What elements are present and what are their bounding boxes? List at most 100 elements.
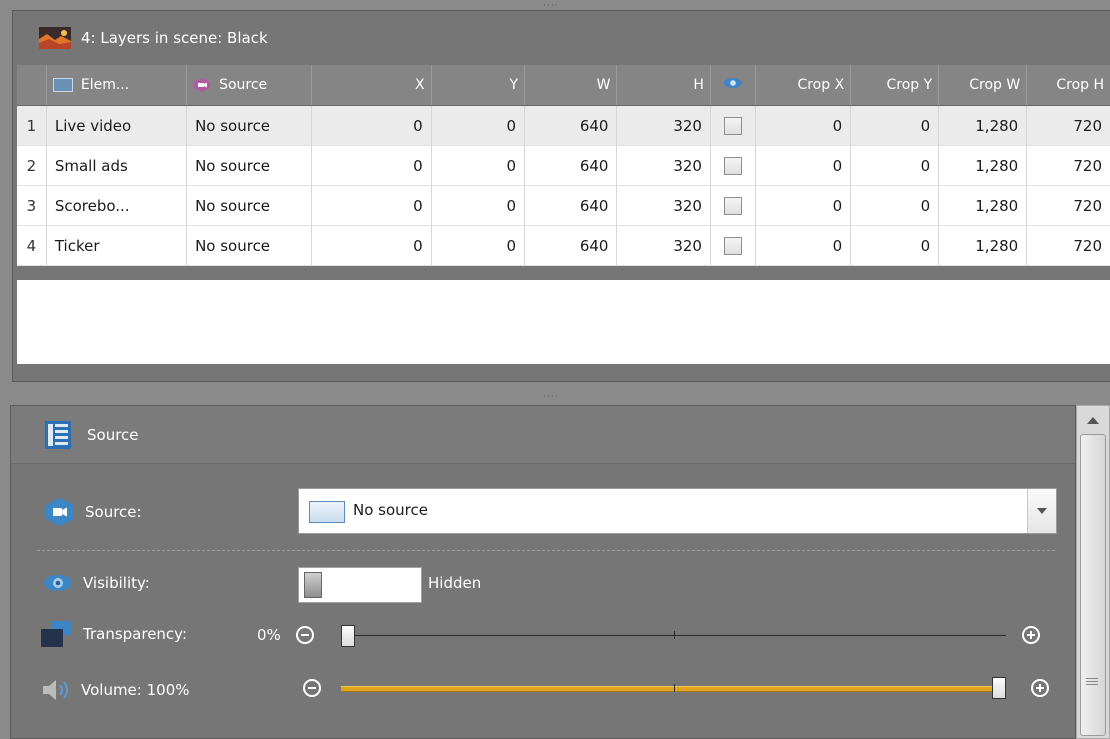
row-number: 3 (17, 185, 47, 226)
splitter-grip-middle[interactable]: ···· (543, 393, 558, 402)
visibility-toggle[interactable] (298, 567, 422, 603)
vertical-scrollbar[interactable] (1076, 405, 1110, 739)
cell-crop-x[interactable]: 0 (755, 145, 852, 186)
splitter-grip-top[interactable]: ···· (543, 2, 558, 11)
col-header-h[interactable]: H (616, 65, 711, 106)
slider-thumb[interactable] (341, 625, 355, 647)
cell-element[interactable]: Small ads (46, 145, 188, 186)
cell-visibility (710, 145, 756, 186)
table-row[interactable]: 1 Live video No source 0 0 640 320 0 0 1… (17, 105, 1110, 146)
minus-button[interactable] (296, 626, 314, 644)
minus-button[interactable] (303, 679, 321, 697)
volume-row-label: Volume: 100% (43, 679, 190, 701)
plus-button[interactable] (1022, 626, 1040, 644)
cell-w[interactable]: 640 (524, 105, 618, 146)
cell-crop-y[interactable]: 0 (850, 145, 940, 186)
layers-panel-title: 4: Layers in scene: Black (81, 29, 268, 47)
col-header-crop-h[interactable]: Crop H (1026, 65, 1110, 106)
cell-crop-h[interactable]: 720 (1026, 145, 1110, 186)
cell-w[interactable]: 640 (524, 185, 618, 226)
slider-tick (674, 631, 675, 639)
cell-crop-y[interactable]: 0 (850, 225, 940, 266)
source-dropdown[interactable]: No source (298, 488, 1057, 534)
cell-source[interactable]: No source (186, 105, 313, 146)
cell-visibility (710, 225, 756, 266)
cell-x[interactable]: 0 (311, 185, 432, 226)
visibility-checkbox[interactable] (723, 116, 742, 135)
cell-y[interactable]: 0 (431, 145, 526, 186)
cell-crop-x[interactable]: 0 (755, 105, 852, 146)
element-icon (52, 78, 73, 92)
slider-thumb[interactable] (992, 677, 1006, 699)
cell-crop-w[interactable]: 1,280 (938, 105, 1028, 146)
table-row[interactable]: 3 Scorebo... No source 0 0 640 320 0 0 1… (17, 185, 1110, 226)
cell-w[interactable]: 640 (524, 225, 618, 266)
cell-visibility (710, 185, 756, 226)
section-divider (37, 550, 1055, 551)
scrollbar-grip-icon (1086, 678, 1098, 687)
scroll-up-arrow-icon[interactable] (1077, 406, 1109, 434)
visibility-checkbox[interactable] (723, 236, 742, 255)
cell-crop-w[interactable]: 1,280 (938, 145, 1028, 186)
col-header-x[interactable]: X (311, 65, 432, 106)
col-header-crop-w[interactable]: Crop W (938, 65, 1028, 106)
scrollbar-thumb[interactable] (1080, 434, 1106, 736)
cell-element[interactable]: Scorebo... (46, 185, 188, 226)
cell-h[interactable]: 320 (616, 145, 711, 186)
col-header-visibility[interactable] (710, 65, 756, 106)
source-label: Source: (85, 503, 142, 521)
layers-table-header: Elem... Source X Y W H Crop X Crop Y Cro… (17, 65, 1110, 106)
table-row[interactable]: 4 Ticker No source 0 0 640 320 0 0 1,280… (17, 225, 1110, 266)
cell-h[interactable]: 320 (616, 225, 711, 266)
cell-element[interactable]: Ticker (46, 225, 188, 266)
toggle-knob[interactable] (304, 572, 322, 598)
cell-y[interactable]: 0 (431, 105, 526, 146)
cell-y[interactable]: 0 (431, 185, 526, 226)
source-row-label: Source: (45, 498, 142, 526)
table-row[interactable]: 2 Small ads No source 0 0 640 320 0 0 1,… (17, 145, 1110, 186)
properties-icon (45, 420, 71, 449)
slider-tick (674, 684, 675, 692)
cell-source[interactable]: No source (186, 185, 313, 226)
cell-crop-h[interactable]: 720 (1026, 225, 1110, 266)
col-header-crop-y[interactable]: Crop Y (850, 65, 940, 106)
transparency-value: 0% (257, 626, 281, 644)
row-number: 2 (17, 145, 47, 186)
cell-crop-x[interactable]: 0 (755, 185, 852, 226)
col-header-element[interactable]: Elem... (46, 65, 188, 106)
cell-w[interactable]: 640 (524, 145, 618, 186)
cell-source[interactable]: No source (186, 145, 313, 186)
cell-crop-y[interactable]: 0 (850, 105, 940, 146)
cell-crop-w[interactable]: 1,280 (938, 225, 1028, 266)
row-number: 4 (17, 225, 47, 266)
cell-h[interactable]: 320 (616, 105, 711, 146)
cell-crop-h[interactable]: 720 (1026, 185, 1110, 226)
layers-icon (41, 621, 71, 647)
source-panel: Source Source: No source Visibility: Hid… (10, 405, 1076, 739)
cell-crop-w[interactable]: 1,280 (938, 185, 1028, 226)
transparency-label: Transparency: (83, 625, 188, 643)
chevron-down-icon[interactable] (1027, 489, 1056, 533)
cell-x[interactable]: 0 (311, 145, 432, 186)
cell-y[interactable]: 0 (431, 225, 526, 266)
cell-x[interactable]: 0 (311, 105, 432, 146)
plus-button[interactable] (1031, 679, 1049, 697)
cell-element[interactable]: Live video (46, 105, 188, 146)
cell-h[interactable]: 320 (616, 185, 711, 226)
cell-x[interactable]: 0 (311, 225, 432, 266)
col-header-crop-x[interactable]: Crop X (755, 65, 852, 106)
visibility-checkbox[interactable] (723, 156, 742, 175)
col-header-rownum (17, 65, 47, 106)
table-empty-area (17, 280, 1110, 364)
col-header-y[interactable]: Y (431, 65, 526, 106)
layers-panel-header: 4: Layers in scene: Black (13, 11, 1110, 65)
visibility-label: Visibility: (83, 574, 150, 592)
visibility-checkbox[interactable] (723, 196, 742, 215)
cell-crop-y[interactable]: 0 (850, 185, 940, 226)
col-header-w[interactable]: W (524, 65, 618, 106)
col-header-source[interactable]: Source (186, 65, 313, 106)
cell-source[interactable]: No source (186, 225, 313, 266)
eye-icon (723, 78, 742, 88)
cell-crop-h[interactable]: 720 (1026, 105, 1110, 146)
cell-crop-x[interactable]: 0 (755, 225, 852, 266)
